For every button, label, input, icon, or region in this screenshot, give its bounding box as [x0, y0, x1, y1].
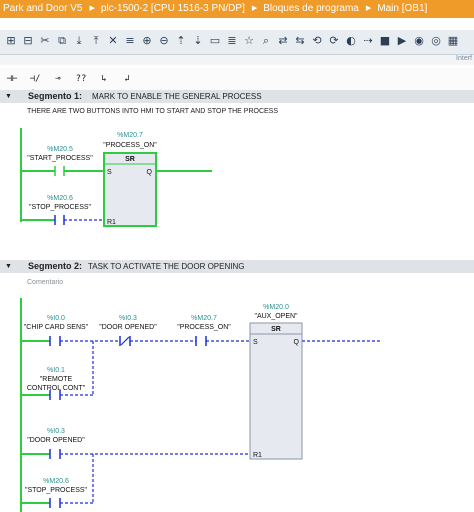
- contact-symbol[interactable]: "CHIP CARD SENS": [24, 324, 89, 331]
- block-address[interactable]: %M20.7: [117, 132, 143, 139]
- no-contact-icon[interactable]: [54, 166, 65, 176]
- reset-pin: R1: [253, 452, 262, 459]
- contact-address[interactable]: %M20.6: [47, 195, 73, 202]
- out-pin: Q: [147, 169, 153, 176]
- no-contact-icon[interactable]: [49, 449, 61, 459]
- contact-address[interactable]: %M20.6: [43, 478, 69, 485]
- contact-symbol[interactable]: CONTROL CONT": [27, 385, 86, 392]
- no-contact-icon[interactable]: [54, 215, 65, 225]
- contact-symbol[interactable]: "DOOR OPENED": [99, 324, 157, 331]
- nc-contact-icon[interactable]: [119, 336, 131, 346]
- contact-symbol[interactable]: "START_PROCESS": [27, 155, 93, 162]
- contact-symbol[interactable]: "STOP_PROCESS": [29, 204, 92, 211]
- contact-symbol[interactable]: "DOOR OPENED": [27, 437, 85, 444]
- set-pin: S: [107, 169, 112, 176]
- contact-address[interactable]: %I0.3: [119, 315, 137, 322]
- block-symbol[interactable]: "PROCESS_ON": [103, 142, 157, 149]
- out-pin: Q: [294, 339, 300, 346]
- no-contact-icon[interactable]: [49, 498, 61, 508]
- ladder-diagram: %M20.5 "START_PROCESS" %M20.6 "STOP_PROC…: [20, 128, 380, 512]
- no-contact-icon[interactable]: [49, 336, 61, 346]
- contact-address[interactable]: %I0.0: [47, 315, 65, 322]
- contact-address[interactable]: %M20.7: [191, 315, 217, 322]
- contact-address[interactable]: %M20.5: [47, 146, 73, 153]
- block-symbol[interactable]: "AUX_OPEN": [254, 313, 298, 320]
- contact-address[interactable]: %I0.1: [47, 367, 65, 374]
- block-address[interactable]: %M20.0: [263, 304, 289, 311]
- set-pin: S: [253, 339, 258, 346]
- contact-symbol[interactable]: "REMOTE: [40, 376, 73, 383]
- no-contact-icon[interactable]: [195, 336, 207, 346]
- contact-symbol[interactable]: "PROCESS_ON": [177, 324, 231, 331]
- contact-address[interactable]: %I0.3: [47, 428, 65, 435]
- contact-symbol[interactable]: "STOP_PROCESS": [25, 487, 88, 494]
- reset-pin: R1: [107, 219, 116, 226]
- block-type: SR: [125, 156, 135, 163]
- block-type: SR: [271, 326, 281, 333]
